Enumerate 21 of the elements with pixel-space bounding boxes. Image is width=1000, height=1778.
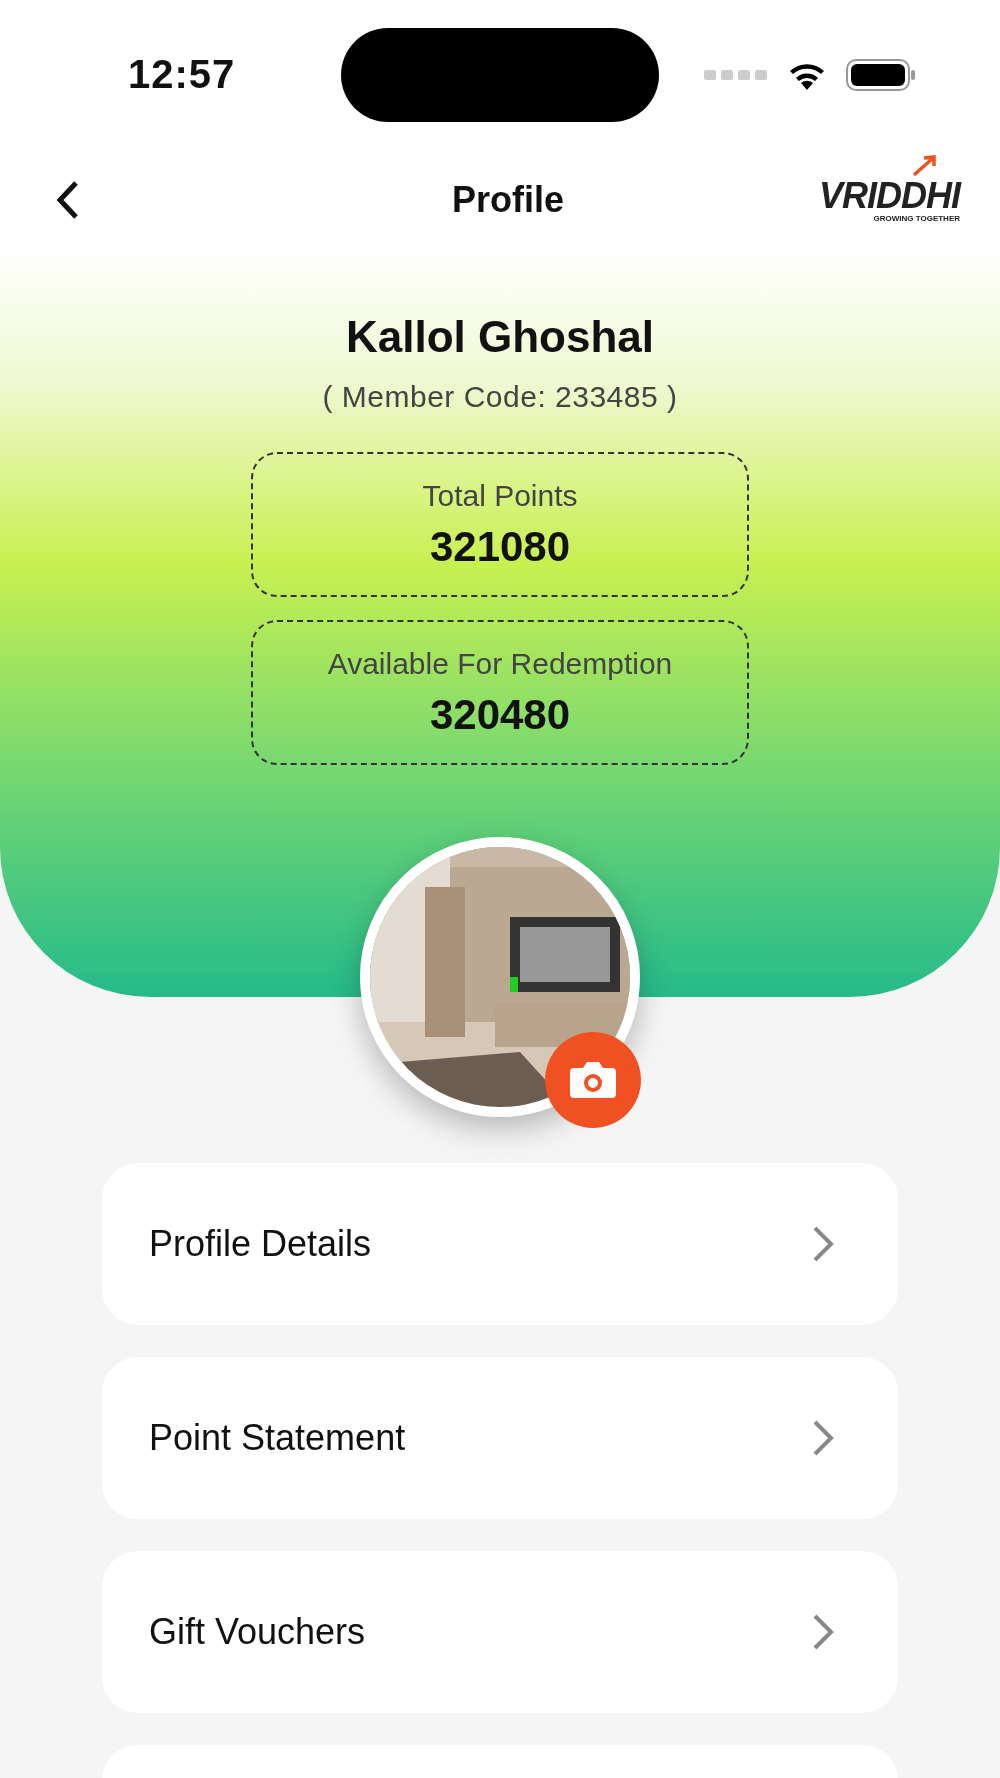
- points-value: 321080: [429, 522, 571, 571]
- battery-icon: [846, 59, 916, 91]
- logo-wordmark: VRIDDHI: [819, 177, 960, 214]
- menu-item[interactable]: Point Statement: [102, 1357, 898, 1519]
- points-label: Available For Redemption: [327, 646, 673, 681]
- chevron-icon: [812, 1225, 834, 1263]
- chevron-icon: [812, 1419, 834, 1457]
- signal-icon: [704, 68, 768, 82]
- back-icon[interactable]: [56, 180, 80, 220]
- arrow-icon: [912, 154, 938, 177]
- member-name: Kallol Ghoshal: [345, 312, 654, 362]
- logo-tagline: GROWING TOGETHER: [873, 213, 960, 223]
- points-value: 320480: [429, 690, 571, 739]
- status-time: 12:57: [128, 51, 236, 97]
- menu-item[interactable]: Profile Details: [102, 1163, 898, 1325]
- member-code: ( Member Code: 233485 ): [322, 380, 678, 414]
- chevron-icon: [812, 1613, 834, 1651]
- page-title: Profile: [452, 179, 564, 221]
- menu-item[interactable]: Gift Vouchers: [102, 1551, 898, 1713]
- points-label: Total Points: [422, 478, 578, 513]
- camera-icon: [568, 1060, 618, 1100]
